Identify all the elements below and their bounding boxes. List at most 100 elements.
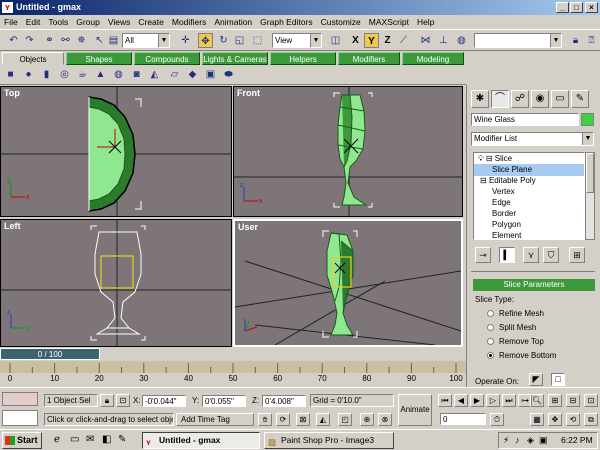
motion-panel-icon[interactable]: ◉ bbox=[531, 90, 549, 108]
tab-shapes[interactable]: Shapes bbox=[66, 52, 132, 65]
pan-icon[interactable]: ✥ bbox=[548, 413, 562, 426]
radio-dot-icon[interactable] bbox=[487, 310, 494, 317]
expand-collapse-icon[interactable]: ⊟ bbox=[480, 176, 489, 185]
menu-help[interactable]: Help bbox=[413, 15, 438, 29]
zoom-all-icon[interactable]: ⊗ bbox=[378, 413, 392, 426]
restrict-to-y-button[interactable]: Y bbox=[364, 33, 379, 48]
viewport-front[interactable]: Front x z bbox=[233, 86, 463, 217]
region-zoom-icon[interactable]: ▦ bbox=[530, 413, 544, 426]
cylinder-icon[interactable]: ▮ bbox=[40, 68, 53, 81]
tab-modifiers[interactable]: Modifiers bbox=[338, 52, 400, 65]
start-button[interactable]: Start bbox=[2, 432, 42, 449]
object-color-swatch[interactable] bbox=[581, 113, 594, 126]
select-and-move-icon[interactable]: ✛ bbox=[178, 33, 193, 48]
select-and-link-icon[interactable]: ⚭ bbox=[42, 33, 57, 48]
menu-tools[interactable]: Tools bbox=[44, 15, 72, 29]
maxscript-listener-mini[interactable] bbox=[2, 392, 38, 406]
select-by-name-icon[interactable]: ▤ bbox=[106, 33, 121, 48]
align-icon[interactable]: ⊥ bbox=[436, 33, 451, 48]
maxscript-input[interactable] bbox=[2, 410, 38, 426]
time-slider-thumb[interactable]: 0 / 100 bbox=[0, 348, 100, 360]
reference-coordinate-dropdown[interactable]: View ▼ bbox=[272, 33, 322, 48]
tray-antivirus-icon[interactable]: ◈ bbox=[527, 433, 534, 448]
undo-icon[interactable]: ↶ bbox=[6, 33, 21, 48]
modifier-toggle-icon[interactable]: 💡︎ bbox=[478, 154, 486, 163]
tube-icon[interactable]: ◙ bbox=[130, 68, 143, 81]
restrict-to-z-button[interactable]: Z bbox=[380, 33, 395, 48]
unlink-icon[interactable]: ⚯ bbox=[58, 33, 73, 48]
menu-customize[interactable]: Customize bbox=[317, 15, 365, 29]
zoom-extents-icon[interactable]: ⊠ bbox=[296, 413, 310, 426]
track-bar[interactable]: 0 10 20 30 40 50 60 70 80 90 100 bbox=[0, 361, 466, 385]
tray-network-icon[interactable]: ⚡︎ bbox=[503, 433, 509, 448]
task-gmax[interactable]: ʏ Untitled - gmax bbox=[142, 432, 260, 449]
field-of-view-icon[interactable]: ◭ bbox=[316, 413, 330, 426]
material-editor-icon[interactable]: ◍ bbox=[454, 33, 469, 48]
arc-rotate-icon[interactable]: ⟲ bbox=[566, 413, 580, 426]
menu-edit[interactable]: Edit bbox=[22, 15, 45, 29]
viewport-top[interactable]: Top x y bbox=[0, 86, 232, 217]
slice-type-radio[interactable]: Refine Mesh bbox=[487, 309, 544, 319]
x-coord-field[interactable]: -0'0.044" bbox=[142, 395, 186, 407]
quicklaunch-desktop-icon[interactable]: ▭ bbox=[70, 434, 79, 445]
radio-dot-icon[interactable] bbox=[487, 338, 494, 345]
menu-graph-editors[interactable]: Graph Editors bbox=[256, 15, 316, 29]
expand-collapse-icon[interactable]: ⊟ bbox=[486, 154, 495, 163]
go-to-start-icon[interactable]: ⏮ bbox=[438, 394, 452, 407]
previous-frame-icon[interactable]: ◀ bbox=[454, 394, 468, 407]
tab-lights-cameras[interactable]: Lights & Cameras bbox=[202, 52, 268, 65]
zoom-all-viewports-icon[interactable]: ⊞ bbox=[548, 394, 562, 407]
tray-volume-icon[interactable]: ♪ bbox=[515, 433, 520, 448]
viewport-user[interactable]: User bbox=[233, 219, 463, 347]
box-icon[interactable]: ■ bbox=[4, 68, 17, 81]
selection-filter-dropdown[interactable]: All ▼ bbox=[122, 33, 170, 48]
viewport-left[interactable]: Left y z bbox=[0, 219, 232, 347]
select-object-icon[interactable]: ↖ bbox=[92, 33, 107, 48]
zoom-extents-selected-icon[interactable]: ⊡ bbox=[584, 394, 598, 407]
time-slider[interactable]: 0 / 100 bbox=[0, 347, 466, 361]
quicklaunch-ie-icon[interactable]: ℯ bbox=[54, 434, 60, 445]
mirror-icon[interactable]: ⋈ bbox=[418, 33, 433, 48]
modifier-list-dropdown[interactable]: Modifier List ▼ bbox=[471, 132, 594, 146]
utilities-panel-icon[interactable]: ✎ bbox=[571, 90, 589, 108]
geosphere-icon[interactable]: ◍ bbox=[112, 68, 125, 81]
selection-lock-icon[interactable]: 🔒︎ bbox=[100, 394, 114, 407]
select-and-move-active-icon[interactable]: ✥ bbox=[198, 33, 213, 48]
quicklaunch-outlook-icon[interactable]: ✉ bbox=[86, 434, 94, 445]
plane-icon[interactable]: ▱ bbox=[168, 68, 181, 81]
scrollbar-thumb[interactable] bbox=[586, 153, 594, 193]
go-to-end-icon[interactable]: ⏭ bbox=[502, 394, 516, 407]
crossing-selection-icon[interactable]: ⬚ bbox=[250, 33, 265, 48]
lock-selection-icon[interactable]: 🔒︎ bbox=[568, 33, 583, 48]
zoom-region-icon[interactable]: ⊕ bbox=[360, 413, 374, 426]
add-time-tag-button[interactable]: Add Time Tag bbox=[176, 413, 254, 426]
named-selection-sets-dropdown[interactable]: ▼ bbox=[474, 33, 562, 48]
slice-type-radio[interactable]: Remove Bottom bbox=[487, 351, 556, 361]
tray-display-icon[interactable]: ▣ bbox=[539, 433, 548, 448]
hedra-icon[interactable]: ◆ bbox=[186, 68, 199, 81]
radio-dot-icon[interactable] bbox=[487, 324, 494, 331]
next-frame-icon[interactable]: ▷ bbox=[486, 394, 500, 407]
select-and-scale-icon[interactable]: ◱ bbox=[232, 33, 247, 48]
absolute-mode-icon[interactable]: ⊡ bbox=[116, 394, 130, 407]
sphere-icon[interactable]: ● bbox=[22, 68, 35, 81]
select-and-rotate-icon[interactable]: ↻ bbox=[216, 33, 231, 48]
play-icon[interactable]: ▶ bbox=[470, 394, 484, 407]
modifier-stack-scrollbar[interactable] bbox=[585, 152, 595, 240]
slice-type-radio[interactable]: Remove Top bbox=[487, 337, 544, 347]
show-end-result-icon[interactable]: ▍ bbox=[499, 247, 515, 263]
help-icon[interactable]: ⍰ bbox=[584, 33, 599, 48]
remove-modifier-icon[interactable]: ⛉ bbox=[543, 247, 559, 263]
chamfer-box-icon[interactable]: ▣ bbox=[204, 68, 217, 81]
modifier-stack-item[interactable]: Element bbox=[474, 230, 584, 239]
restrict-to-plane-icon[interactable]: ⟋ bbox=[396, 33, 411, 48]
menu-group[interactable]: Group bbox=[72, 15, 104, 29]
current-frame-field[interactable]: 0 bbox=[440, 413, 486, 425]
cone-icon[interactable]: ▲ bbox=[94, 68, 107, 81]
orbit-view-icon[interactable]: ⟳ bbox=[276, 413, 290, 426]
time-configuration-icon[interactable]: ⏱ bbox=[490, 413, 504, 426]
menu-maxscript[interactable]: MAXScript bbox=[365, 15, 413, 29]
teapot-icon[interactable]: ☕︎ bbox=[76, 68, 89, 81]
minimize-button[interactable]: _ bbox=[556, 2, 569, 13]
create-panel-icon[interactable]: ✱ bbox=[471, 90, 489, 108]
